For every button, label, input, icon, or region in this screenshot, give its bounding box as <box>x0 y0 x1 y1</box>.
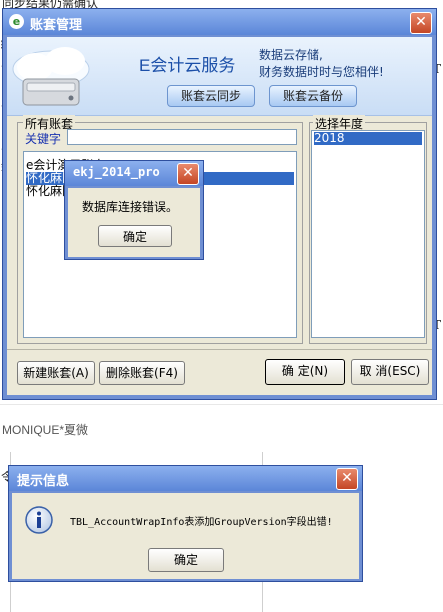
cloud-backup-button[interactable]: 账套云备份 <box>269 85 357 107</box>
info-dialog: 提示信息 ✕ TBL_AccountWrapInfo表添加GroupVersio… <box>8 465 363 582</box>
year-listbox[interactable]: 2018 <box>311 130 425 338</box>
account-manager-titlebar[interactable]: e 账套管理 ✕ <box>3 9 436 35</box>
new-account-button[interactable]: 新建账套(A) <box>17 361 95 385</box>
keyword-label: 关键字 <box>25 132 62 146</box>
error-dialog-title: ekj_2014_pro <box>73 165 160 179</box>
error-message: 数据库连接错误。 <box>82 200 179 214</box>
cloud-service-banner: E会计云服务 数据云存储, 财务数据时时与您相伴! 账套云同步 账套云备份 <box>7 37 432 116</box>
app-logo-icon: e <box>9 14 24 29</box>
info-message: TBL_AccountWrapInfo表添加GroupVersion字段出错! <box>70 517 333 528</box>
service-name: E会计云服务 <box>139 56 236 75</box>
error-dialog-titlebar[interactable]: ekj_2014_pro ✕ <box>65 161 203 186</box>
delete-account-button[interactable]: 删除账套(F4) <box>99 361 185 385</box>
keyword-input[interactable] <box>67 129 297 145</box>
error-ok-button[interactable]: 确定 <box>98 225 172 247</box>
error-dialog-close-button[interactable]: ✕ <box>177 163 199 185</box>
tagline-line2: 财务数据时时与您相伴! <box>259 65 384 79</box>
error-dialog: ekj_2014_pro ✕ 数据库连接错误。 确定 <box>64 160 204 260</box>
cancel-button[interactable]: 取 消(ESC) <box>351 359 429 385</box>
background-caption: MONIQUE*夏微 <box>2 423 89 437</box>
window-title: 账套管理 <box>30 18 83 33</box>
info-dialog-client: TBL_AccountWrapInfo表添加GroupVersion字段出错! … <box>12 493 359 579</box>
close-button[interactable]: ✕ <box>410 12 432 34</box>
error-dialog-client: 数据库连接错误。 确定 <box>68 188 200 257</box>
info-dialog-titlebar[interactable]: 提示信息 ✕ <box>9 466 362 491</box>
footer-divider <box>7 349 432 350</box>
info-icon <box>25 506 53 534</box>
tagline-line1: 数据云存储, <box>259 48 323 62</box>
info-dialog-title: 提示信息 <box>17 474 70 489</box>
info-dialog-close-button[interactable]: ✕ <box>336 468 358 490</box>
cloud-server-icon <box>12 47 90 106</box>
background-divider <box>0 404 443 405</box>
year-list-item-selected[interactable]: 2018 <box>314 132 422 145</box>
info-ok-button[interactable]: 确定 <box>148 548 224 572</box>
cloud-sync-button[interactable]: 账套云同步 <box>167 85 255 107</box>
ok-button[interactable]: 确 定(N) <box>265 359 345 385</box>
